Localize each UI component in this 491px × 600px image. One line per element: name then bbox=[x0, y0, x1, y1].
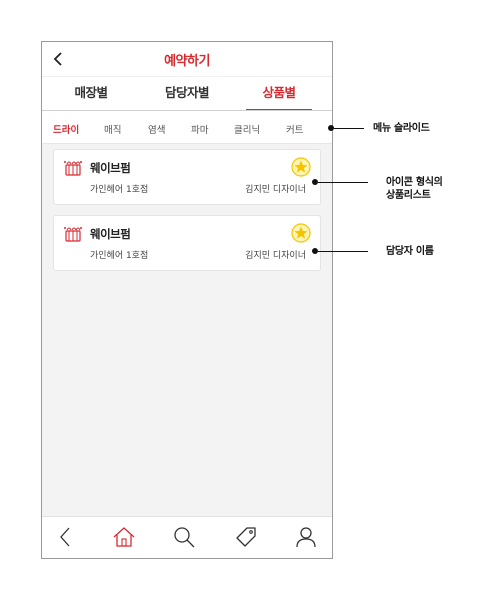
category-clinic[interactable]: 클리닉 bbox=[234, 122, 260, 136]
category-magic[interactable]: 매직 bbox=[104, 122, 121, 136]
annotation-line bbox=[334, 128, 364, 129]
tab-divider bbox=[42, 110, 332, 111]
phone-screen: 예약하기 매장별 담당자별 상품별 드라이 매직 염색 파마 클리닉 커트 웨이… bbox=[41, 41, 333, 559]
annotation-menu-slide: 메뉴 슬라이드 bbox=[373, 123, 430, 134]
tab-by-store[interactable]: 매장별 bbox=[50, 77, 132, 111]
tab-bar: 매장별 담당자별 상품별 bbox=[42, 76, 332, 112]
tab-by-staff[interactable]: 담당자별 bbox=[146, 77, 228, 111]
header: 예약하기 bbox=[42, 42, 332, 76]
annotation-icon-list-line1: 아이콘 형식의 bbox=[386, 177, 443, 188]
store-name: 가인헤어 1호점 bbox=[90, 251, 149, 261]
bottom-tab-bar bbox=[42, 516, 332, 558]
favorite-star-icon[interactable] bbox=[291, 157, 311, 177]
annotation-line bbox=[318, 182, 368, 183]
home-icon[interactable] bbox=[112, 525, 136, 549]
category-perm[interactable]: 파마 bbox=[191, 122, 208, 136]
annotation-designer-name: 담당자 이름 bbox=[386, 246, 434, 257]
annotation-line bbox=[318, 251, 368, 252]
tab-by-product[interactable]: 상품별 bbox=[238, 77, 320, 111]
product-name: 웨이브펌 bbox=[90, 161, 131, 175]
category-dye[interactable]: 염색 bbox=[148, 122, 165, 136]
category-dry[interactable]: 드라이 bbox=[53, 122, 79, 136]
annotation-icon-list-line2: 상품리스트 bbox=[386, 190, 431, 201]
product-hair-icon bbox=[64, 227, 82, 242]
product-card[interactable]: 웨이브펌 가인헤어 1호점 김지민 디자이너 bbox=[53, 149, 321, 205]
back-icon[interactable] bbox=[54, 525, 78, 549]
page-title: 예약하기 bbox=[164, 54, 210, 69]
search-icon[interactable] bbox=[172, 525, 196, 549]
tag-icon[interactable] bbox=[234, 525, 258, 549]
category-slide-menu[interactable]: 드라이 매직 염색 파마 클리닉 커트 bbox=[42, 113, 332, 143]
product-card[interactable]: 웨이브펌 가인헤어 1호점 김지민 디자이너 bbox=[53, 215, 321, 271]
store-name: 가인헤어 1호점 bbox=[90, 185, 149, 195]
category-cut[interactable]: 커트 bbox=[286, 122, 303, 136]
designer-name: 김지민 디자이너 bbox=[245, 185, 306, 195]
product-hair-icon bbox=[64, 161, 82, 176]
product-list: 웨이브펌 가인헤어 1호점 김지민 디자이너 웨이브펌 가인헤어 1호점 김지민… bbox=[42, 143, 332, 519]
designer-name: 김지민 디자이너 bbox=[245, 251, 306, 261]
user-icon[interactable] bbox=[294, 525, 318, 549]
favorite-star-icon[interactable] bbox=[291, 223, 311, 243]
product-name: 웨이브펌 bbox=[90, 227, 131, 241]
